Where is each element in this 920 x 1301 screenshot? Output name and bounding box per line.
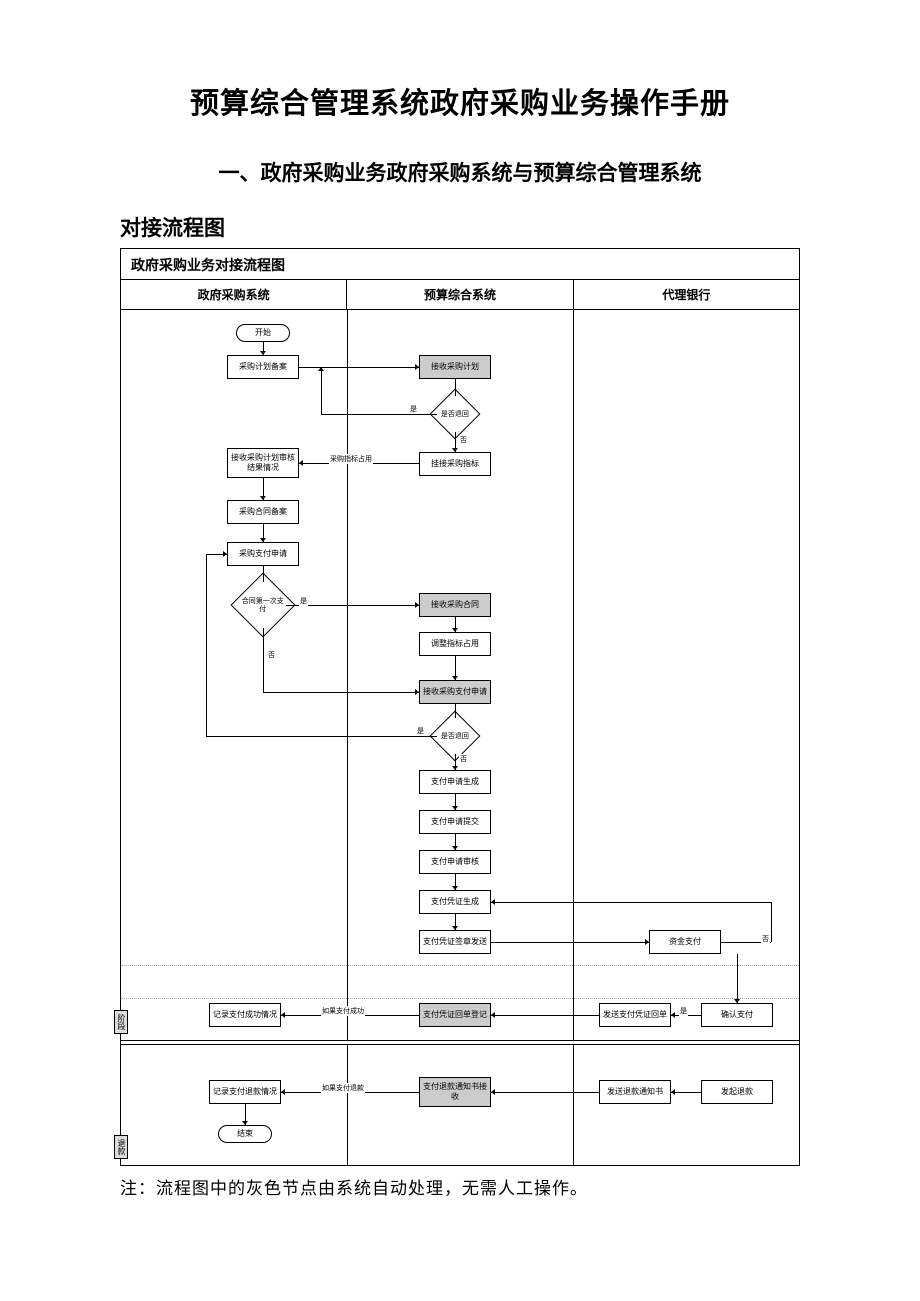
section-heading: 一、政府采购业务政府采购系统与预算综合管理系统 (120, 154, 800, 194)
edge-no-2: 否 (267, 650, 276, 660)
node-adjust-ratio: 调整指标占用 (419, 632, 491, 656)
node-voucher-gen: 支付凭证生成 (419, 890, 491, 914)
edge-pay-refund: 如果支付退款 (321, 1083, 365, 1093)
phase-tab-pay: 阶段 (114, 1010, 128, 1034)
edge-no-4: 否 (761, 934, 770, 944)
edge-quota: 采购指标占用 (329, 454, 373, 464)
flowchart-caption: 政府采购业务对接流程图 (121, 249, 799, 280)
node-start: 开始 (236, 324, 290, 342)
flowchart-container: 政府采购业务对接流程图 政府采购系统 预算综合系统 代理银行 阶段 退款 开始 … (120, 248, 800, 1166)
node-end: 结束 (218, 1125, 272, 1143)
node-record-success: 记录支付成功情况 (209, 1003, 281, 1027)
node-confirm-pay: 确认支付 (701, 1003, 773, 1027)
flowchart-body: 阶段 退款 开始 采购计划备案 接收采购计划 是否退回 接收采购计划审核结果情况… (121, 310, 799, 1165)
edge-pay-success: 如果支付成功 (321, 1006, 365, 1016)
edge-no-3: 否 (459, 754, 468, 764)
node-voucher-receipt-reg: 支付凭证回单登记 (419, 1003, 491, 1027)
phase-tab-refund: 退款 (114, 1135, 128, 1159)
node-pay-audit: 支付申请审核 (419, 850, 491, 874)
node-record-refund: 记录支付退款情况 (209, 1080, 281, 1104)
footnote: 注：流程图中的灰色节点由系统自动处理，无需人工操作。 (120, 1174, 800, 1199)
node-pay-submit: 支付申请提交 (419, 810, 491, 834)
edge-yes: 是 (409, 404, 418, 414)
node-fund-pay: 资金支付 (649, 930, 721, 954)
phase-divider (121, 1040, 799, 1045)
node-recv-plan: 接收采购计划 (419, 355, 491, 379)
lane-header-bank: 代理银行 (574, 280, 799, 309)
node-quota: 挂接采购指标 (419, 452, 491, 476)
node-contract-record: 采购合同备案 (227, 500, 299, 524)
node-refund-notice-recv: 支付退款通知书接收 (419, 1077, 491, 1107)
node-init-refund: 发起退款 (701, 1080, 773, 1104)
node-pay-apply: 采购支付申请 (227, 542, 299, 566)
node-pay-gen: 支付申请生成 (419, 770, 491, 794)
edge-yes-4: 是 (679, 1006, 688, 1016)
node-plan-record: 采购计划备案 (227, 355, 299, 379)
edge-yes-2: 是 (299, 596, 308, 606)
page-title: 预算综合管理系统政府采购业务操作手册 (0, 80, 920, 122)
node-voucher-sign: 支付凭证签章发送 (419, 930, 491, 954)
lane-header-budget: 预算综合系统 (347, 280, 573, 309)
lane-header-procurement: 政府采购系统 (121, 280, 347, 309)
swimlane-headers: 政府采购系统 预算综合系统 代理银行 (121, 280, 799, 310)
edge-no: 否 (459, 435, 468, 445)
edge-yes-3: 是 (416, 726, 425, 736)
node-recv-pay-apply: 接收采购支付申请 (419, 680, 491, 704)
node-recv-audit: 接收采购计划审核结果情况 (227, 448, 299, 478)
node-send-refund-notice: 发送退款通知书 (599, 1080, 671, 1104)
subheading: 对接流程图 (120, 212, 920, 242)
node-send-voucher-receipt: 发送支付凭证回单 (599, 1003, 671, 1027)
node-recv-contract: 接收采购合同 (419, 593, 491, 617)
